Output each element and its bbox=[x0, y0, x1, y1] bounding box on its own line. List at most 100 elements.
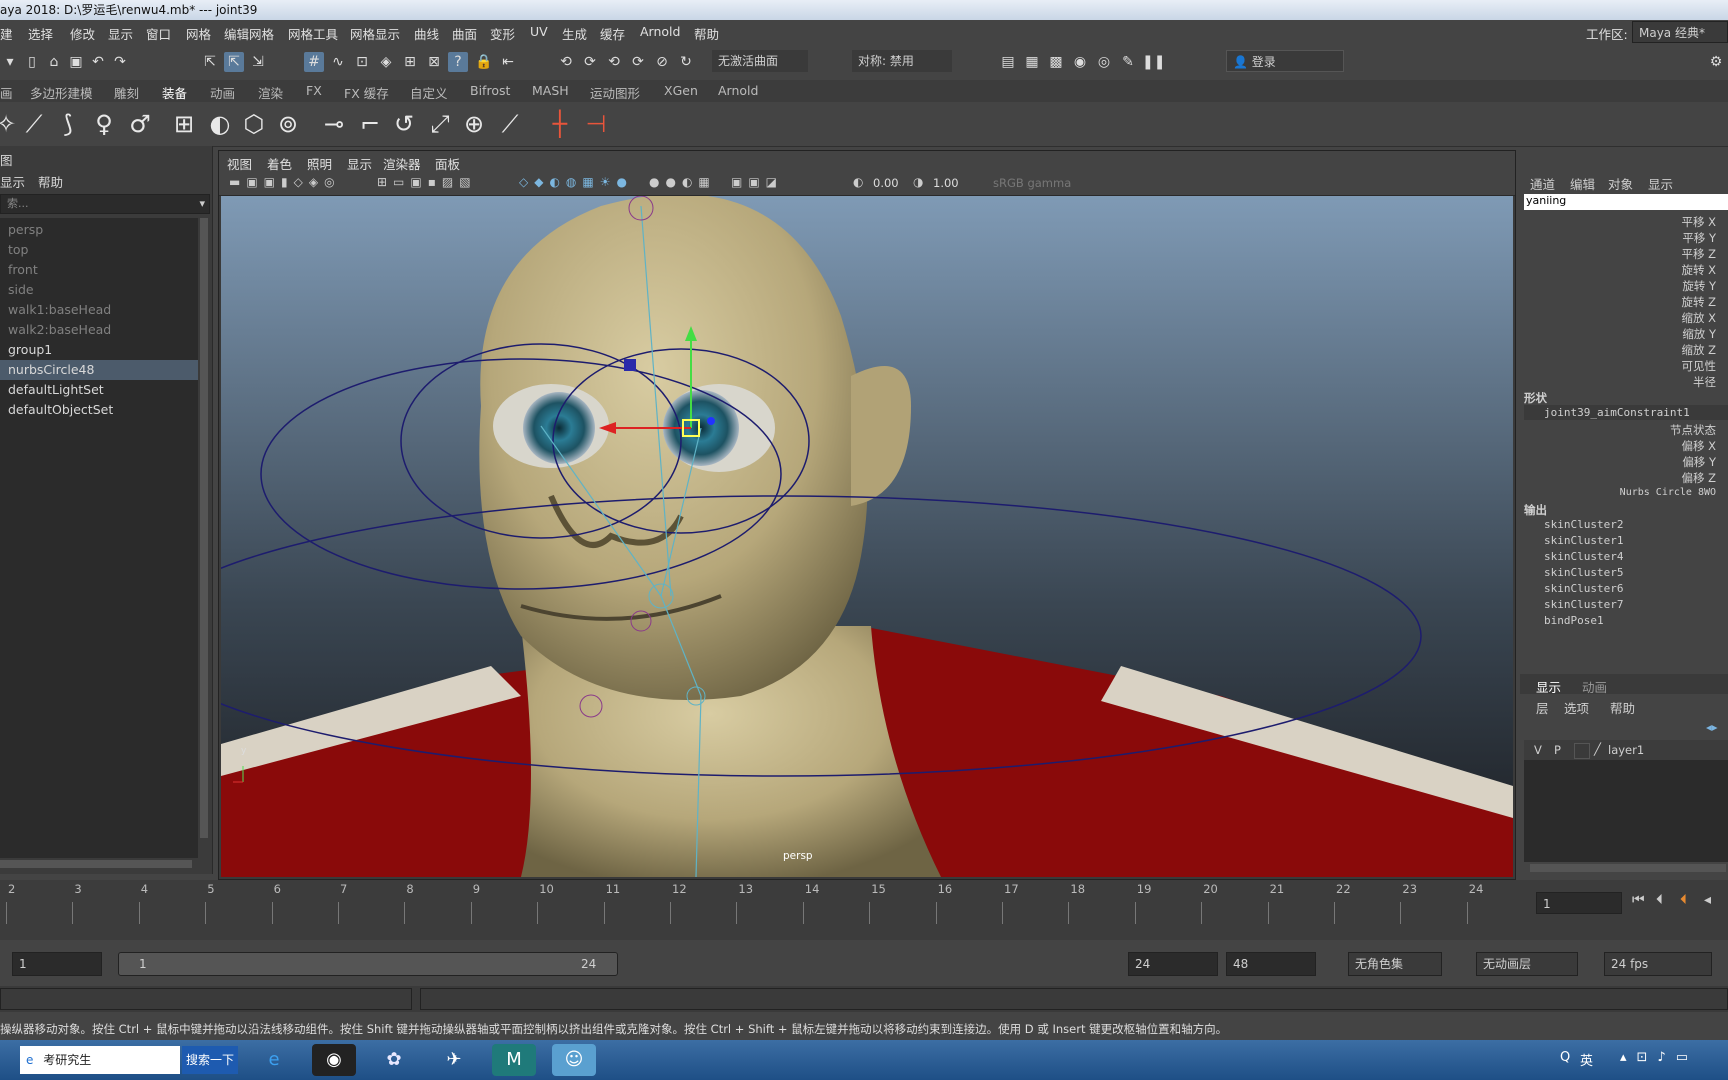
viewport-menu-panels[interactable]: 面板 bbox=[435, 154, 460, 173]
menu-uv[interactable]: UV bbox=[530, 24, 548, 39]
tab-motion-graphics[interactable]: 运动图形 bbox=[590, 83, 640, 102]
output-node[interactable]: skinCluster2 bbox=[1544, 518, 1623, 531]
layer-name[interactable]: layer1 bbox=[1608, 743, 1644, 757]
menu-modify[interactable]: 修改 bbox=[70, 24, 95, 43]
tab-rendering[interactable]: 渲染 bbox=[258, 83, 283, 102]
tab-rigging[interactable]: 装备 bbox=[162, 83, 187, 102]
manipulator-z-handle[interactable] bbox=[707, 417, 715, 425]
login-dropdown[interactable]: 👤 登录 bbox=[1226, 50, 1344, 72]
render-settings-icon[interactable]: ◉ bbox=[1070, 52, 1090, 72]
outliner-item[interactable]: persp bbox=[0, 220, 198, 240]
output-node[interactable]: skinCluster6 bbox=[1544, 582, 1623, 595]
output-node[interactable]: skinCluster7 bbox=[1544, 598, 1623, 611]
channel-attr-label[interactable]: 缩放 Y bbox=[1682, 326, 1716, 342]
channel-attr-label[interactable]: 平移 Z bbox=[1681, 246, 1716, 262]
shading-tools-icon[interactable]: ◇◆◐◍▦☀● bbox=[519, 175, 633, 189]
parent-constraint-icon[interactable]: ⊸ bbox=[318, 108, 350, 140]
viewport-menu-lighting[interactable]: 照明 bbox=[307, 154, 332, 173]
end-time-field[interactable]: 24 bbox=[1128, 952, 1218, 976]
scale-constraint-icon[interactable]: ⤢ bbox=[424, 108, 456, 140]
new-scene-icon[interactable]: ▯ bbox=[22, 52, 42, 72]
snap-point-icon[interactable]: ⊡ bbox=[352, 52, 372, 72]
snap-grid-icon[interactable]: # bbox=[304, 52, 324, 72]
menu-cache[interactable]: 缓存 bbox=[600, 24, 625, 43]
layer-menu-options[interactable]: 选项 bbox=[1564, 698, 1589, 717]
gamma-field[interactable]: 1.00 bbox=[933, 176, 959, 190]
snap-help-icon[interactable]: ? bbox=[448, 52, 468, 72]
orient-constraint-icon[interactable]: ↺ bbox=[388, 108, 420, 140]
point-constraint-icon[interactable]: ⌐ bbox=[354, 108, 386, 140]
channel-attr-label[interactable]: 缩放 X bbox=[1681, 310, 1716, 326]
tab-bifrost[interactable]: Bifrost bbox=[470, 83, 510, 98]
menu-set-dropdown-icon[interactable]: ▾ bbox=[0, 52, 20, 72]
channel-attr-label[interactable]: 半径 bbox=[1693, 374, 1716, 390]
aim-constraint-icon[interactable]: ⊕ bbox=[458, 108, 490, 140]
search-icon[interactable]: Q bbox=[1560, 1050, 1570, 1065]
layer-hscrollbar[interactable] bbox=[1530, 864, 1726, 872]
locator-icon[interactable]: ┼ bbox=[544, 108, 576, 140]
outliner-item[interactable]: defaultObjectSet bbox=[0, 400, 198, 420]
layer-row[interactable]: V P ╱ layer1 bbox=[1524, 740, 1728, 760]
viewport-menu-show[interactable]: 显示 bbox=[347, 154, 372, 173]
object-name-input[interactable]: yaniing bbox=[1524, 194, 1728, 210]
menu-display[interactable]: 显示 bbox=[108, 24, 133, 43]
channel-attr-label[interactable]: 旋转 X bbox=[1681, 262, 1716, 278]
viewport-scene[interactable]: y persp bbox=[221, 196, 1513, 877]
anim-end-field[interactable]: 48 bbox=[1226, 952, 1316, 976]
command-input[interactable] bbox=[0, 988, 412, 1010]
current-frame-field[interactable]: 1 bbox=[1536, 892, 1622, 914]
channel-attr-label[interactable]: 旋转 Y bbox=[1682, 278, 1716, 294]
smooth-skin-icon[interactable]: ◐ bbox=[204, 108, 236, 140]
menu-mesh-tools[interactable]: 网格工具 bbox=[288, 24, 338, 43]
output-ops-icon[interactable]: ⟳ bbox=[580, 52, 600, 72]
output-node[interactable]: skinCluster5 bbox=[1544, 566, 1623, 579]
redo-icon[interactable]: ↷ bbox=[110, 52, 130, 72]
undo-icon[interactable]: ↶ bbox=[88, 52, 108, 72]
ok-app-icon[interactable]: ◉ bbox=[312, 1044, 356, 1076]
step-back-key-icon[interactable]: ⏴ bbox=[1680, 892, 1687, 908]
menu-edit-mesh[interactable]: 编辑网格 bbox=[224, 24, 274, 43]
shape-node-row[interactable]: joint39_aimConstraint1 bbox=[1524, 405, 1728, 420]
symmetry-dropdown[interactable]: 对称: 禁用 bbox=[852, 50, 952, 72]
chevron-down-icon[interactable]: ▾ bbox=[199, 195, 205, 213]
snap-view-plane-icon[interactable]: ⊞ bbox=[400, 52, 420, 72]
quick-rig-icon[interactable]: ♀ bbox=[88, 108, 120, 140]
isolate-tools-icon[interactable]: ▣▣◪ bbox=[731, 175, 783, 189]
ipr-render-icon[interactable]: ▩ bbox=[1046, 52, 1066, 72]
ik-spline-icon[interactable]: ⟆ bbox=[52, 108, 84, 140]
taskbar-search-button[interactable]: 搜索一下 bbox=[182, 1046, 238, 1074]
step-back-icon[interactable]: ⏴ bbox=[1656, 892, 1663, 908]
viewport-menu-renderer[interactable]: 渲染器 bbox=[383, 154, 421, 173]
channel-attr-label[interactable]: 可见性 bbox=[1682, 358, 1717, 374]
layer-arrows-icon[interactable]: ◂▸ bbox=[1706, 720, 1718, 734]
time-slider[interactable]: 2 3 4 5 6 7 8 9 10 11 12 13 14 15 16 17 18 19 20 21 22 23 24 1… bbox=[0, 880, 1728, 940]
layer-type-toggle[interactable] bbox=[1574, 743, 1590, 759]
shape-attr-label[interactable]: 偏移 X bbox=[1681, 438, 1716, 454]
layer-menu-layers[interactable]: 层 bbox=[1536, 698, 1549, 717]
taskbar-search-box[interactable]: e 考研究生 bbox=[20, 1046, 180, 1074]
outliner-menu-help[interactable]: 帮助 bbox=[38, 172, 63, 191]
render-setup-icon[interactable]: ✎ bbox=[1118, 52, 1138, 72]
outliner-scrollbar[interactable] bbox=[200, 218, 208, 838]
render-view-icon[interactable]: ▤ bbox=[998, 52, 1018, 72]
channel-menu-show[interactable]: 显示 bbox=[1648, 174, 1673, 193]
aim-locator[interactable] bbox=[624, 359, 636, 371]
lattice-icon[interactable]: ⬡ bbox=[238, 108, 270, 140]
outliner-search-input[interactable]: 索... ▾ bbox=[0, 194, 210, 214]
live-app-icon[interactable]: ☺ bbox=[552, 1044, 596, 1076]
viewport-menu-shading[interactable]: 着色 bbox=[267, 154, 292, 173]
layer-visibility-toggle[interactable]: V bbox=[1534, 743, 1542, 757]
channel-menu-edit[interactable]: 编辑 bbox=[1570, 174, 1595, 193]
pause-icon[interactable]: ❚❚ bbox=[1142, 52, 1165, 72]
exposure-field[interactable]: 0.00 bbox=[873, 176, 899, 190]
tab-sculpting[interactable]: 雕刻 bbox=[114, 83, 139, 102]
magnet-icon[interactable]: ⊘ bbox=[652, 52, 672, 72]
lock-icon[interactable]: 🔒 bbox=[474, 52, 494, 72]
shape-attr-label[interactable]: 偏移 Z bbox=[1681, 470, 1716, 486]
shape-attr-label[interactable]: 偏移 Y bbox=[1682, 454, 1716, 470]
baidu-app-icon[interactable]: ✿ bbox=[372, 1044, 416, 1076]
tray-icons[interactable]: ▴⊡♪▭ bbox=[1620, 1050, 1698, 1065]
bind-skin-icon[interactable]: ⊞ bbox=[168, 108, 200, 140]
output-node[interactable]: skinCluster1 bbox=[1544, 534, 1623, 547]
display-tools-icon[interactable]: ●●◐▦ bbox=[649, 175, 716, 189]
